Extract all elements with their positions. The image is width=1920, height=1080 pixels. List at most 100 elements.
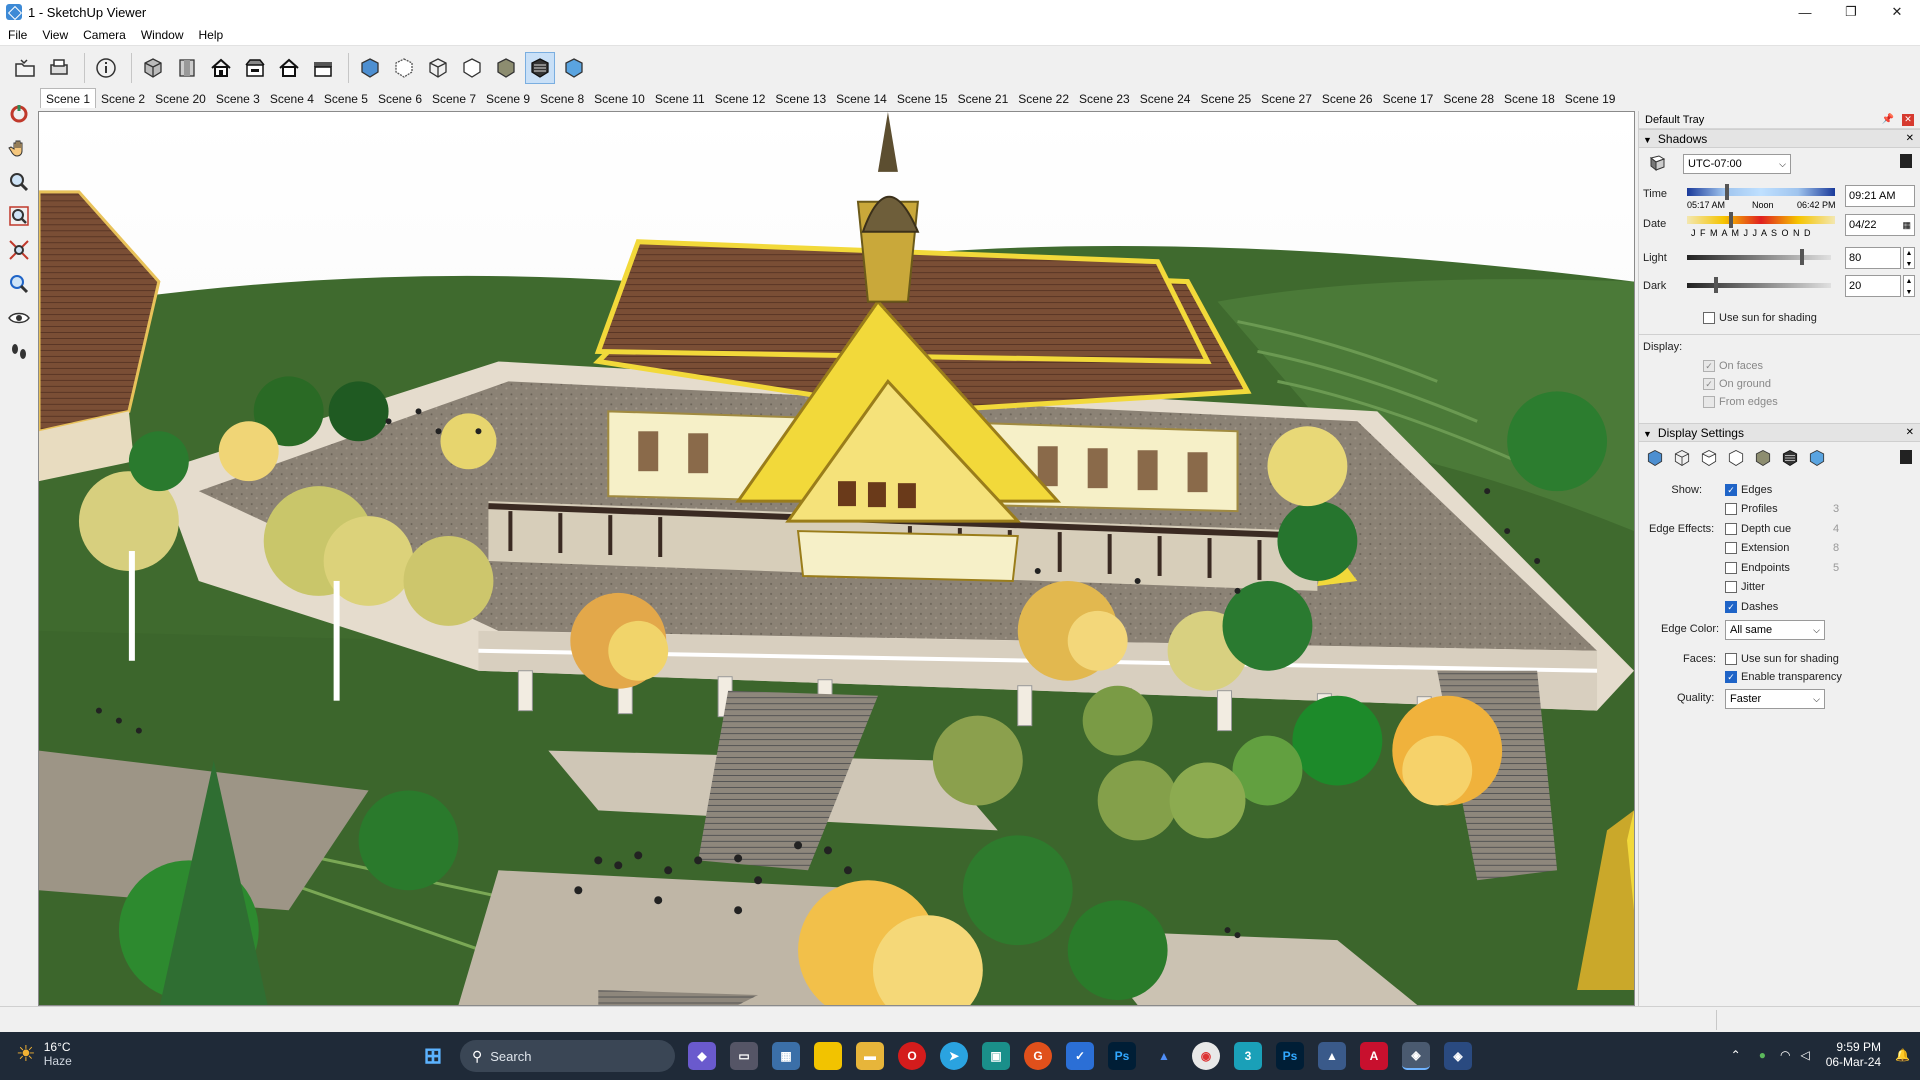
photoshop-2-icon[interactable]: Ps	[1276, 1042, 1304, 1070]
back-edges-icon[interactable]	[1699, 448, 1719, 468]
light-input[interactable]: 80	[1845, 247, 1901, 269]
grammarly-icon[interactable]: G	[1024, 1042, 1052, 1070]
date-slider-thumb[interactable]	[1729, 212, 1734, 228]
photoshop-icon[interactable]: Ps	[1108, 1042, 1136, 1070]
close-button[interactable]: ✕	[1874, 0, 1920, 24]
panel-menu-icon[interactable]	[1900, 154, 1912, 168]
light-spinner[interactable]: ▲ ▼	[1903, 247, 1915, 269]
scene-tab[interactable]: Scene 15	[892, 90, 953, 108]
light-slider-track[interactable]	[1687, 255, 1831, 260]
wifi-icon[interactable]: ◠	[1780, 1048, 1790, 1062]
chrome-icon[interactable]: ◉	[1192, 1042, 1220, 1070]
menu-view[interactable]: View	[42, 28, 68, 42]
monochrome-button[interactable]	[559, 52, 589, 84]
date-input[interactable]: 04/22 ▦	[1845, 214, 1915, 236]
vscode-icon[interactable]: ✓	[1066, 1042, 1094, 1070]
menu-camera[interactable]: Camera	[83, 28, 126, 42]
faces-use-sun-row[interactable]: Use sun for shading	[1725, 653, 1839, 665]
time-input[interactable]: 09:21 AM	[1845, 185, 1915, 207]
close-section-icon[interactable]: ✕	[1906, 427, 1914, 438]
dark-slider-track[interactable]	[1687, 283, 1831, 288]
sketchup-viewer-taskbar-icon[interactable]: ◈	[1402, 1042, 1430, 1070]
close-section-icon[interactable]: ✕	[1906, 133, 1914, 144]
scene-tab[interactable]: Scene 10	[589, 90, 650, 108]
scene-tab[interactable]: Scene 2	[96, 90, 150, 108]
sketchup-icon[interactable]: ◈	[1444, 1042, 1472, 1070]
enable-transparency-checkbox[interactable]: ✓	[1725, 671, 1737, 683]
dark-spinner[interactable]: ▲ ▼	[1903, 275, 1915, 297]
chevron-up-icon[interactable]: ⌃	[1731, 1048, 1741, 1062]
edges-checkbox[interactable]: ✓	[1725, 484, 1737, 496]
xray-button[interactable]	[355, 52, 385, 84]
scene-tab[interactable]: Scene 3	[211, 90, 265, 108]
scene-tab[interactable]: Scene 23	[1074, 90, 1135, 108]
date-slider-track[interactable]	[1687, 216, 1835, 224]
scene-tab[interactable]: Scene 13	[770, 90, 831, 108]
dark-input[interactable]: 20	[1845, 275, 1901, 297]
scene-tab[interactable]: Scene 4	[265, 90, 319, 108]
shaded-button[interactable]	[491, 52, 521, 84]
orbit-tool[interactable]	[4, 99, 34, 129]
edges-row[interactable]: ✓ Edges	[1725, 484, 1772, 496]
telegram-icon[interactable]: ➤	[940, 1042, 968, 1070]
zoom-tool[interactable]	[4, 167, 34, 197]
scene-tab[interactable]: Scene 12	[710, 90, 771, 108]
scene-tab[interactable]: Scene 5	[319, 90, 373, 108]
scene-tab[interactable]: Scene 26	[1317, 90, 1378, 108]
open-button[interactable]	[10, 52, 40, 84]
endpoints-row[interactable]: Endpoints	[1725, 562, 1790, 574]
clock-date[interactable]: 06-Mar-24	[1826, 1055, 1881, 1070]
dark-slider-thumb[interactable]	[1713, 277, 1718, 293]
scene-tab[interactable]: Scene 17	[1378, 90, 1439, 108]
jitter-checkbox[interactable]	[1725, 581, 1737, 593]
scene-tab[interactable]: Scene 24	[1135, 90, 1196, 108]
model-info-button[interactable]	[91, 52, 121, 84]
scene-tab[interactable]: Scene 22	[1013, 90, 1074, 108]
clock-time[interactable]: 9:59 PM	[1826, 1040, 1881, 1055]
windows-start-icon[interactable]: ⊞	[419, 1042, 447, 1070]
endpoints-checkbox[interactable]	[1725, 562, 1737, 574]
volume-icon[interactable]: ◁	[1800, 1048, 1809, 1062]
profiles-row[interactable]: Profiles	[1725, 503, 1778, 515]
time-slider-track[interactable]	[1687, 188, 1835, 196]
dashes-row[interactable]: ✓ Dashes	[1725, 601, 1778, 613]
xray-icon[interactable]	[1645, 448, 1665, 468]
extension-checkbox[interactable]	[1725, 542, 1737, 554]
scene-tab[interactable]: Scene 11	[650, 90, 710, 108]
enable-transparency-row[interactable]: ✓ Enable transparency	[1725, 671, 1842, 683]
pin-icon[interactable]: 📌	[1882, 114, 1894, 126]
minimize-button[interactable]: —	[1782, 0, 1828, 24]
edge-color-select[interactable]: All same ⌵	[1725, 620, 1825, 640]
scene-tab[interactable]: Scene 1	[40, 88, 97, 108]
model-viewport[interactable]	[38, 111, 1635, 1006]
scene-tab[interactable]: Scene 18	[1499, 90, 1560, 108]
toggle-shadows-button[interactable]	[1647, 154, 1667, 172]
hidden-line-icon[interactable]	[1726, 448, 1746, 468]
opera-icon[interactable]: O	[898, 1042, 926, 1070]
scene-tab[interactable]: Scene 21	[953, 90, 1014, 108]
right-view-button[interactable]	[240, 52, 270, 84]
file-explorer-icon[interactable]: ▬	[856, 1042, 884, 1070]
sketchup-3-icon[interactable]: 3	[1234, 1042, 1262, 1070]
scene-tab[interactable]: Scene 14	[831, 90, 892, 108]
menu-window[interactable]: Window	[141, 28, 184, 42]
walk-tool[interactable]	[4, 337, 34, 367]
display-settings-section-header[interactable]: ▼ Display Settings ✕	[1639, 423, 1920, 442]
top-view-button[interactable]	[172, 52, 202, 84]
use-sun-shadows-row[interactable]: Use sun for shading	[1703, 312, 1817, 324]
taskbar-search[interactable]: ⚲ Search	[460, 1040, 675, 1072]
panel-menu-icon[interactable]	[1900, 450, 1912, 464]
jitter-row[interactable]: Jitter	[1725, 581, 1765, 593]
scene-tab[interactable]: Scene 6	[373, 90, 427, 108]
scene-tab[interactable]: Scene 27	[1256, 90, 1317, 108]
sticky-notes-icon[interactable]	[814, 1042, 842, 1070]
light-slider-thumb[interactable]	[1800, 249, 1805, 265]
weather-widget[interactable]: ☀ 16°C Haze	[16, 1040, 72, 1068]
use-sun-checkbox[interactable]	[1703, 312, 1715, 324]
pan-tool[interactable]	[4, 133, 34, 163]
copilot-icon[interactable]: ◆	[688, 1042, 716, 1070]
depth-cue-row[interactable]: Depth cue	[1725, 523, 1791, 535]
network-app-icon[interactable]: ●	[1759, 1048, 1766, 1062]
timezone-select[interactable]: UTC-07:00 ⌵	[1683, 154, 1791, 174]
zoom-extents-tool[interactable]	[4, 235, 34, 265]
